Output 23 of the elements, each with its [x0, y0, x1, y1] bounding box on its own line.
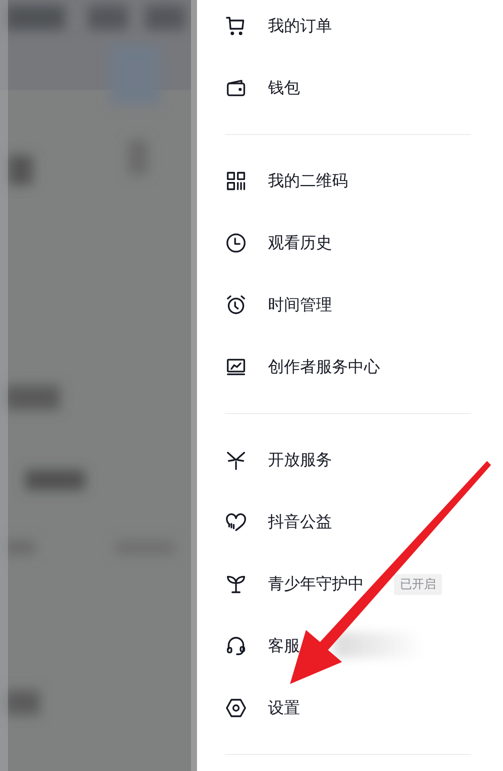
menu-item[interactable]: 钱包: [268, 78, 300, 98]
qrcode-icon: [225, 170, 247, 192]
menu-item[interactable]: 抖音公益: [268, 512, 332, 532]
menu-item[interactable]: 客服: [268, 636, 300, 656]
menu-item[interactable]: 我的二维码: [268, 170, 348, 192]
menu-item[interactable]: 青少年守护中: [268, 574, 364, 594]
cart-icon: [225, 15, 247, 37]
alarm-icon: [225, 294, 247, 316]
wallet-icon: [225, 77, 247, 99]
menu-item[interactable]: 时间管理: [268, 294, 332, 316]
menu-item[interactable]: 创作者服务中心: [268, 356, 380, 378]
menu-item[interactable]: 我的订单: [268, 16, 332, 36]
menu-item[interactable]: 观看历史: [268, 232, 332, 254]
clock-icon: [225, 232, 247, 254]
hexagon-icon: [225, 697, 247, 719]
headset-icon: [225, 635, 247, 657]
heart-icon: [225, 511, 247, 533]
monitor-icon: [225, 356, 247, 378]
spark-icon: [225, 449, 247, 471]
sprout-icon: [225, 573, 247, 595]
menu-item[interactable]: 设置: [268, 698, 300, 718]
menu-item[interactable]: 开放服务: [268, 450, 332, 470]
status-tag: 已开启: [394, 574, 442, 594]
